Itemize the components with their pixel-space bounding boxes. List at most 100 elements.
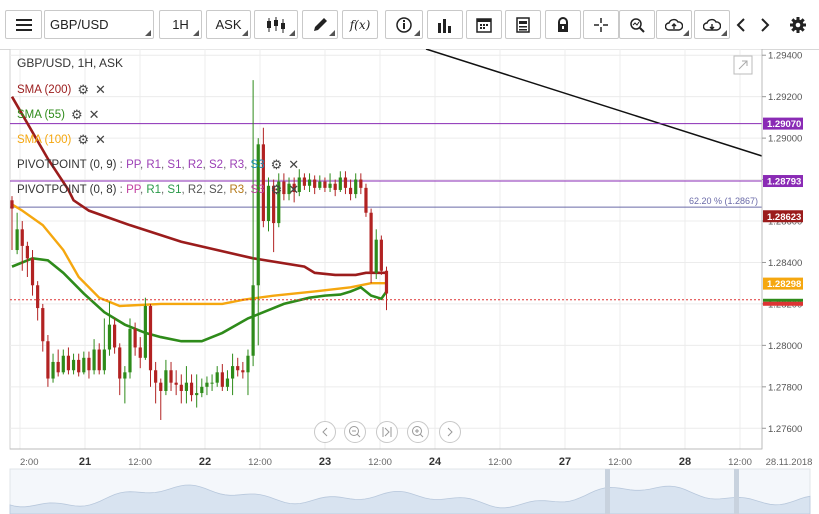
candle-body [230,366,235,379]
volume-button[interactable] [427,10,463,39]
legend-entry[interactable]: SMA (200) ⚙ ✕ [17,82,106,98]
candle-body [328,183,332,188]
news-button[interactable] [505,10,541,39]
info-button[interactable] [385,10,423,39]
candle-body [374,239,378,273]
close-icon[interactable]: ✕ [288,157,299,173]
x-tick-label: 28 [679,456,691,468]
calendar-button[interactable] [466,10,502,39]
legend-entry[interactable]: PIVOTPOINT (0, 8) : PP, R1, S1, R2, S2, … [17,182,299,198]
candle-body [195,393,199,396]
legend-key: S2 [208,159,224,171]
nav-scroll-right[interactable] [439,421,461,443]
chart-type-button[interactable] [254,10,298,39]
upload-button[interactable] [656,10,692,39]
nav-zoom-out[interactable] [344,421,366,443]
candle-body [138,347,142,358]
legend-entry[interactable]: PIVOTPOINT (0, 9) : PP, R1, S1, R2, S2, … [17,157,299,173]
current-price-marker [763,301,803,306]
crosshair-button[interactable] [583,10,619,39]
y-tick-label: 1.29200 [768,92,802,103]
price-badge-label: 1.28793 [767,177,801,188]
lock-button[interactable] [545,10,581,39]
info-icon [396,16,412,33]
lock-icon [558,16,568,32]
x-tick-label: 27 [559,456,571,468]
gear-icon[interactable]: ⚙ [77,82,89,98]
x-tick-label: 12:00 [488,457,512,468]
corner-caret-icon [145,30,151,36]
navigator[interactable] [9,468,811,514]
candle-body [143,305,147,358]
candle-body [77,359,81,373]
candle-body [133,328,137,348]
candle-body [46,341,50,379]
corner-caret-icon [289,30,295,36]
candle-body [123,372,127,379]
candle-body [148,305,153,371]
corner-caret-icon [242,30,248,36]
nav-reset[interactable] [376,421,398,443]
price-axis[interactable]: 1.294001.292001.290001.288001.286001.284… [761,49,802,449]
candle-body [20,229,24,246]
time-axis[interactable]: 2:00 21 12:00 22 12:00 23 12:00 24 12:00 27 12:00 2… [10,448,813,468]
menu-button[interactable] [5,10,42,39]
candle-body [354,179,358,195]
y-tick-label: 1.28000 [768,341,802,352]
nav-scroll-left[interactable] [314,421,336,443]
close-icon[interactable]: ✕ [95,132,106,148]
candle-body [369,212,373,273]
indicators-button[interactable]: f(x) [342,10,378,39]
candle-body [333,183,337,190]
candle-body [215,372,219,383]
price-chart[interactable]: 62.20 % (1.2867) 1.294001.292001.290001.… [0,49,819,514]
download-button[interactable] [694,10,730,39]
candle-body [66,355,71,371]
legend-key: S2 [208,184,224,196]
legend-label: SMA (100) [17,134,72,146]
close-icon[interactable]: ✕ [89,107,100,123]
x-tick-label: 28.11.2018 [766,457,813,468]
candle-body [225,378,230,387]
x-tick-label: 12:00 [728,457,752,468]
candle-body [200,386,204,394]
candle-body [220,372,224,387]
legend-entry[interactable]: SMA (100) ⚙ ✕ [17,132,106,148]
gear-icon[interactable]: ⚙ [271,182,283,198]
zoom-button[interactable] [619,10,655,39]
price-type-select[interactable]: ASK [206,10,251,39]
candle-body [164,370,168,391]
legend-label: PIVOTPOINT (0, 9) [17,159,117,171]
nav-zoom-in[interactable] [407,421,429,443]
candle-body [107,324,112,350]
scroll-right-button[interactable] [754,10,776,39]
navigator-handle-right[interactable] [734,469,739,514]
settings-button[interactable] [787,10,809,39]
x-tick-label: 12:00 [128,457,152,468]
scroll-left-button[interactable] [730,10,752,39]
gear-icon[interactable]: ⚙ [271,157,283,173]
legend-key: R2 [187,159,203,171]
chart-title: GBP/USD, 1H, ASK [17,56,124,70]
candle-body [41,308,45,342]
interval-select[interactable]: 1H [159,10,202,39]
corner-caret-icon [721,30,727,36]
close-icon[interactable]: ✕ [288,182,299,198]
legend-entry[interactable]: SMA (55) ⚙ ✕ [17,107,100,123]
candle-body [313,179,317,188]
candle-body [318,181,322,188]
candle-body [169,370,173,383]
y-tick-label: 1.27600 [768,424,802,435]
zoom-out-icon [349,426,361,438]
candle-body [25,245,29,259]
legend-separator: : [116,159,127,171]
y-tick-label: 1.28400 [768,258,802,269]
draw-tool-button[interactable] [302,10,338,39]
navigator-handle-left[interactable] [605,469,610,514]
chevron-left-icon [736,17,745,32]
symbol-input[interactable]: GBP/USD [44,10,154,39]
gear-icon[interactable]: ⚙ [71,107,83,123]
close-icon[interactable]: ✕ [95,82,106,98]
candle-body [384,270,389,294]
gear-icon[interactable]: ⚙ [77,132,89,148]
